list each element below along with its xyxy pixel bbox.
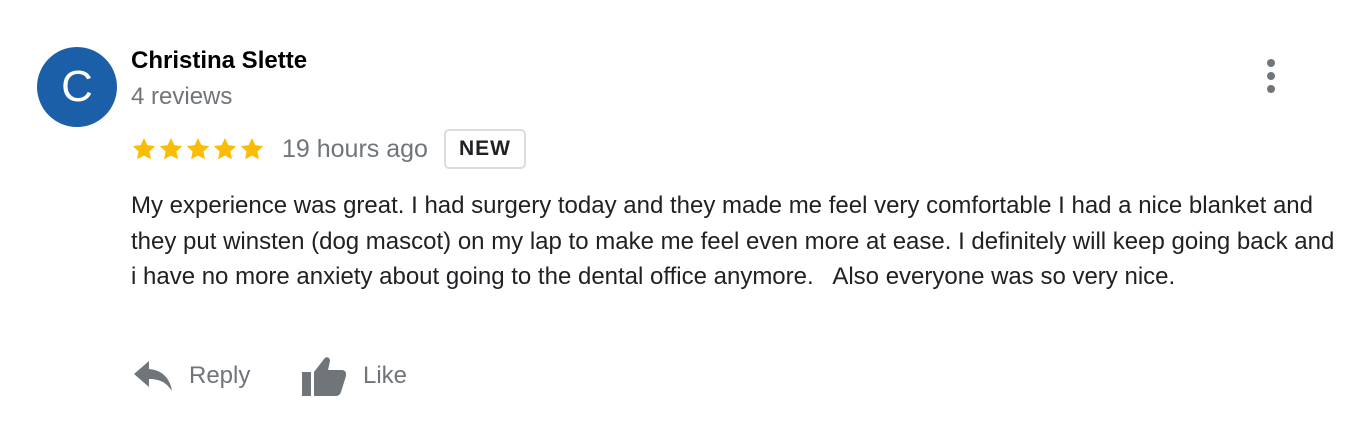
rating-row: 19 hours ago NEW: [131, 127, 526, 171]
star-icon: [240, 137, 264, 160]
more-vert-icon-dot: [1267, 59, 1275, 67]
review-card: C Christina Slette 4 reviews 19 hours ag…: [0, 0, 1370, 432]
reviewer-name[interactable]: Christina Slette: [131, 47, 307, 75]
reply-arrow-icon: [134, 361, 172, 391]
avatar-letter: C: [61, 62, 93, 111]
more-vert-icon-dot: [1267, 72, 1275, 80]
reply-label: Reply: [189, 362, 251, 389]
avatar[interactable]: C: [37, 47, 117, 127]
more-vert-icon-dot: [1267, 85, 1275, 93]
star-rating: [131, 136, 265, 162]
like-button[interactable]: Like: [300, 354, 407, 398]
more-options-button[interactable]: [1252, 55, 1290, 97]
thumbs-up-icon: [302, 357, 346, 396]
star-icon: [159, 137, 183, 160]
review-text: My experience was great. I had surgery t…: [131, 192, 1341, 290]
reply-button[interactable]: Reply: [134, 354, 250, 398]
review-time: 19 hours ago: [282, 134, 428, 163]
new-badge: NEW: [443, 129, 526, 169]
star-icon: [132, 137, 156, 160]
review-count: 4 reviews: [131, 83, 233, 110]
star-icon: [186, 137, 210, 160]
star-icon: [213, 137, 237, 160]
like-label: Like: [363, 362, 408, 389]
